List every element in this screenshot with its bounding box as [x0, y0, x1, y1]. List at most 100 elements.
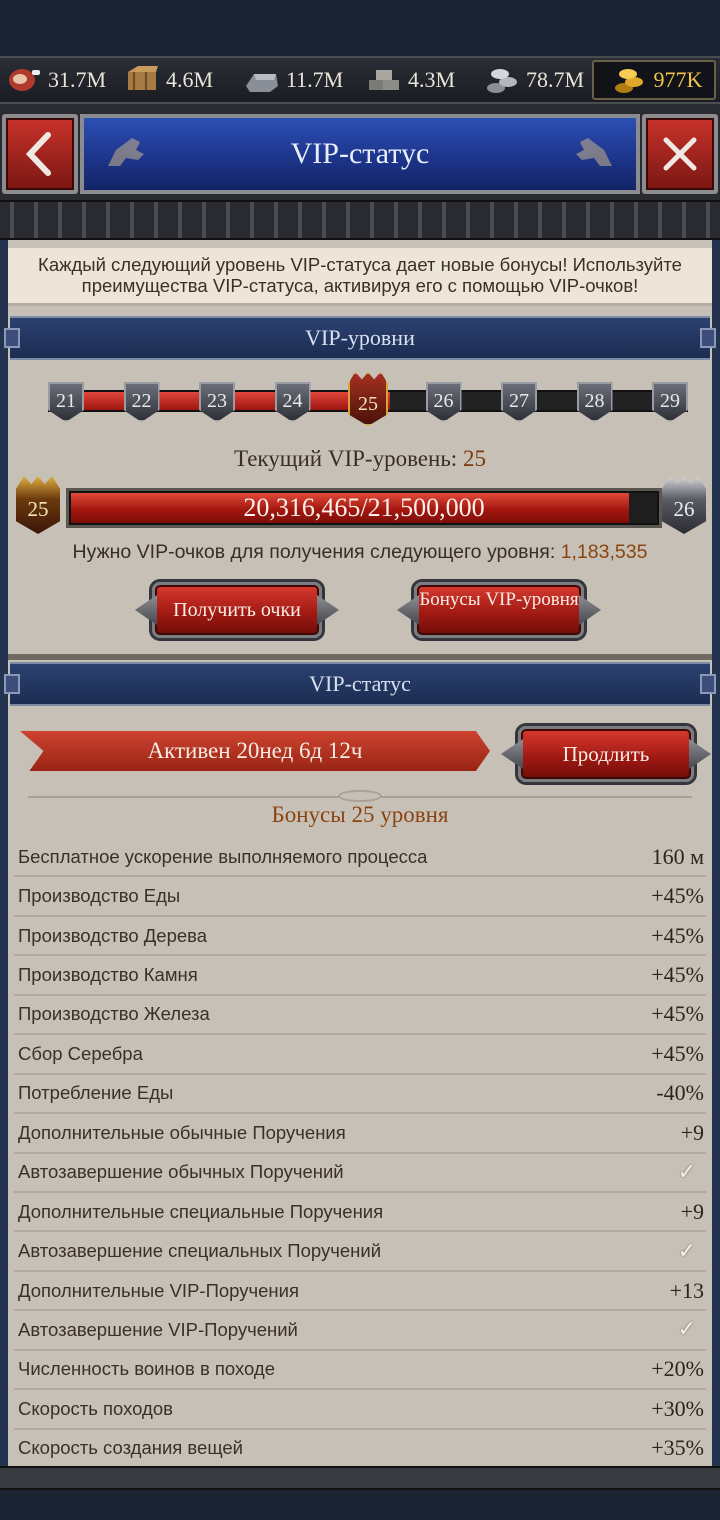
lion-emblem-icon [576, 138, 612, 166]
bonus-row: Производство Камня +45% [14, 956, 706, 996]
bonus-label: Скорость походов [18, 1397, 173, 1419]
bonus-row: Бесплатное ускорение выполняемого процес… [14, 838, 706, 878]
bonus-row: Сбор Серебра +45% [14, 1035, 706, 1075]
bonus-value: +45% [651, 922, 704, 948]
vip-points-progress: 20,316,465/21,500,000 [66, 488, 662, 528]
bonus-value: +9 [680, 1119, 704, 1145]
stone-icon [246, 74, 278, 92]
silver-icon [487, 69, 517, 93]
bonus-row: Автозавершение специальных Поручений ✓ [14, 1232, 706, 1272]
vip-level-node: 22 [123, 382, 160, 422]
resource-value: 31.7M [48, 67, 107, 92]
resource-iron[interactable]: 4.3M [360, 58, 478, 102]
vip-points-progress-text: 20,316,465/21,500,000 [243, 493, 485, 522]
vip-level-node-current: 25 [348, 372, 388, 426]
wood-icon [128, 66, 158, 90]
resource-stone[interactable]: 11.7M [238, 58, 360, 102]
bonus-label: Автозавершение VIP-Поручений [18, 1318, 298, 1340]
bonus-row: Автозавершение VIP-Поручений ✓ [14, 1311, 706, 1351]
bonus-label: Дополнительные VIP-Поручения [18, 1279, 299, 1301]
vip-level-node: 26 [425, 382, 462, 422]
vip-level-node: 24 [274, 382, 311, 422]
resource-wood[interactable]: 4.6M [118, 58, 238, 102]
bonus-row: Скорость создания вещей +35% [14, 1430, 706, 1469]
bonus-row: Производство Дерева +45% [14, 917, 706, 957]
bonus-label: Производство Еды [18, 885, 181, 907]
bonus-value: +9 [680, 1198, 704, 1224]
gold-coins-icon [614, 69, 643, 93]
resource-value: 4.6M [166, 67, 214, 92]
points-needed-value: 1,183,535 [560, 541, 648, 563]
chevron-left-icon [25, 132, 51, 176]
next-level-badge: 26 [662, 476, 706, 534]
close-button[interactable] [642, 114, 718, 194]
bonus-row: Дополнительные специальные Поручения +9 [14, 1193, 706, 1233]
points-needed-label: Нужно VIP-очков для получения следующего… [72, 541, 561, 563]
bonus-label: Потребление Еды [18, 1082, 174, 1104]
vip-level-node: 27 [501, 382, 537, 422]
current-vip-level-value: 25 [462, 446, 486, 471]
bonus-value: 160 м [651, 843, 704, 869]
status-strip [0, 0, 720, 56]
section-divider [8, 654, 712, 660]
bonus-value: +45% [651, 962, 704, 988]
points-needed: Нужно VIP-очков для получения следующего… [8, 541, 712, 564]
resource-value: 11.7M [286, 67, 344, 92]
back-button[interactable] [2, 114, 78, 194]
bonus-value: +35% [651, 1435, 704, 1461]
checkmark-icon: ✓ [677, 1159, 696, 1185]
vip-panel: Каждый следующий уровень VIP-статуса дае… [0, 240, 720, 1469]
extend-button[interactable]: Продлить [518, 726, 694, 782]
bonus-label: Численность воинов в походе [18, 1358, 276, 1380]
intro-text: Каждый следующий уровень VIP-статуса дае… [8, 248, 712, 306]
bonus-label: Производство Камня [18, 964, 198, 986]
bonus-label: Автозавершение специальных Поручений [18, 1240, 382, 1262]
iron-icon [369, 70, 399, 90]
bonus-label: Дополнительные специальные Поручения [18, 1200, 384, 1222]
vip-level-node: 21 [48, 382, 84, 422]
bottom-strip [0, 1490, 720, 1520]
page-title: VIP-статус [290, 137, 430, 170]
bonus-value: +30% [651, 1395, 704, 1421]
bonus-row: Дополнительные VIP-Поручения +13 [14, 1272, 706, 1312]
resource-silver[interactable]: 78.7M [478, 58, 586, 102]
close-icon [663, 137, 697, 171]
current-vip-level: Текущий VIP-уровень: 25 [8, 446, 712, 472]
bonus-label: Скорость создания вещей [18, 1437, 243, 1459]
resource-value: 78.7M [526, 67, 585, 92]
header: VIP-статус [0, 104, 720, 200]
vip-level-node: 23 [199, 382, 235, 422]
resource-bar: 31.7M 4.6M 11.7M 4.3M 78.7M 977K [0, 56, 720, 104]
bonus-label: Бесплатное ускорение выполняемого процес… [18, 845, 428, 867]
checkmark-icon: ✓ [677, 1317, 696, 1343]
bonus-value: +45% [651, 883, 704, 909]
bonus-label: Дополнительные обычные Поручения [18, 1121, 346, 1143]
section-title: VIP-статус [309, 671, 411, 696]
bonus-row: Численность воинов в походе +20% [14, 1351, 706, 1391]
current-level-badge: 25 [16, 476, 60, 534]
get-points-button[interactable]: Получить очки [152, 582, 322, 638]
bonus-value: -40% [656, 1080, 704, 1106]
ornament-center [338, 790, 382, 802]
vip-level-node: 29 [652, 382, 688, 422]
meat-icon [9, 69, 40, 91]
bonus-label: Производство Дерева [18, 924, 208, 946]
decorative-chain-divider [0, 200, 720, 240]
title-banner: VIP-статус [80, 114, 640, 194]
bonus-list: Бесплатное ускорение выполняемого процес… [14, 838, 706, 1469]
vip-level-node: 28 [576, 382, 613, 422]
lion-emblem-icon [108, 138, 144, 166]
bonus-row: Потребление Еды -40% [14, 1075, 706, 1115]
vip-level-bonuses-button[interactable]: Бонусы VIP-уровня [414, 582, 584, 638]
resource-gold[interactable]: 977K [592, 60, 716, 100]
bonus-label: Автозавершение обычных Поручений [18, 1161, 344, 1183]
bonus-label: Сбор Серебра [18, 1042, 143, 1064]
section-title: VIP-уровни [305, 325, 415, 350]
bonus-value: +45% [651, 1001, 704, 1027]
bottom-frame [0, 1466, 720, 1490]
bonus-value: +13 [669, 1277, 704, 1303]
resource-food[interactable]: 31.7M [0, 58, 118, 102]
bonus-row: Производство Еды +45% [14, 877, 706, 917]
bonus-row: Производство Железа +45% [14, 996, 706, 1036]
bonus-title: Бонусы 25 уровня [271, 802, 449, 827]
